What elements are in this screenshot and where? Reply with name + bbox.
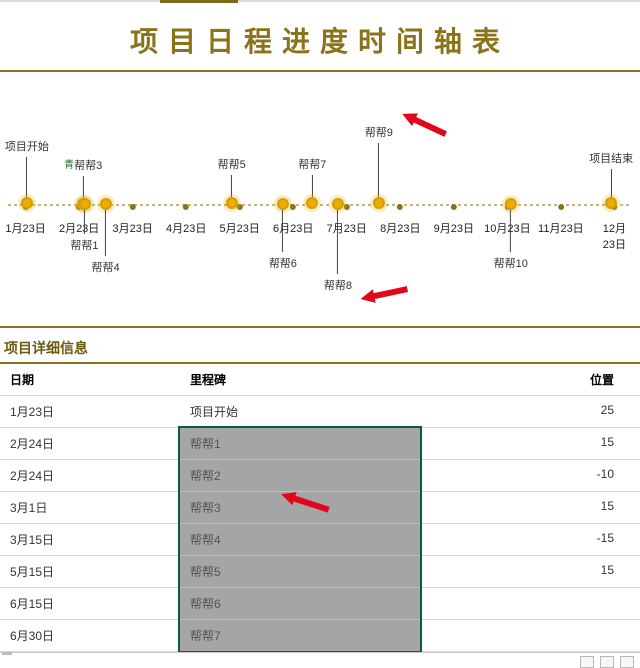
cell-position: 15 [420, 556, 640, 587]
table-row[interactable]: 5月15日帮帮515 [0, 556, 640, 588]
section-heading-text: 项目详细信息 [4, 340, 88, 356]
table-header-row: 日期 里程碑 位置 [0, 364, 640, 396]
milestone-marker: 帮帮9 [365, 124, 393, 209]
cell-position [420, 588, 640, 619]
cell-date: 2月24日 [0, 428, 180, 459]
annotation-arrow-bottom [358, 279, 409, 309]
milestone-marker: 帮帮5 [218, 156, 246, 209]
milestone-marker: 帮帮6 [269, 198, 297, 271]
cell-milestone: 帮帮7 [180, 620, 420, 651]
table-row[interactable]: 6月15日帮帮6 [0, 588, 640, 620]
milestone-node [605, 197, 617, 209]
milestone-label: 帮帮4 [92, 259, 120, 275]
cell-position [420, 620, 640, 651]
milestone-label: 帮帮8 [324, 277, 352, 293]
milestone-marker: 帮帮10 [494, 198, 528, 271]
col-date: 日期 [0, 364, 180, 395]
milestone-marker: 项目结束 [589, 150, 633, 209]
tick-label: 12月23日 [602, 220, 628, 252]
table-row[interactable]: 2月24日帮帮115 [0, 428, 640, 460]
axis-tick: 9月23日 [434, 204, 474, 230]
milestone-label: 帮帮5 [218, 156, 246, 172]
milestone-node [21, 197, 33, 209]
cell-position: 15 [420, 492, 640, 523]
milestone-marker: 帮帮4 [92, 198, 120, 275]
milestone-node [505, 198, 517, 210]
cell-position: 25 [420, 396, 640, 427]
milestone-node [277, 198, 289, 210]
detail-table-wrap: 日期 里程碑 位置 1月23日项目开始252月24日帮帮1152月24日帮帮2-… [0, 364, 640, 652]
tick-label: 8月23日 [380, 220, 420, 236]
cell-position: -10 [420, 460, 640, 491]
tick-label: 4月23日 [166, 220, 206, 236]
milestone-label: 帮帮9 [365, 124, 393, 140]
table-row[interactable]: 3月15日帮帮4-15 [0, 524, 640, 556]
cell-position: -15 [420, 524, 640, 555]
milestone-node [100, 198, 112, 210]
cell-milestone: 帮帮4 [180, 524, 420, 555]
cell-date: 5月15日 [0, 556, 180, 587]
milestone-label: 项目结束 [589, 150, 633, 166]
table-row[interactable]: 1月23日项目开始25 [0, 396, 640, 428]
axis-tick: 12月23日 [602, 204, 628, 246]
tick-label: 5月23日 [220, 220, 260, 236]
milestone-node [78, 198, 90, 210]
title-accent-bar [160, 0, 238, 3]
cell-milestone: 帮帮5 [180, 556, 420, 587]
page-title: 项目日程进度时间轴表 [0, 0, 640, 70]
milestone-label: 帮帮7 [298, 156, 326, 172]
milestone-marker: 帮帮7 [298, 156, 326, 209]
milestone-label: 帮帮10 [494, 255, 528, 271]
view-icon-break[interactable] [620, 656, 634, 668]
col-milestone: 里程碑 [180, 364, 420, 395]
tick-label: 9月23日 [434, 220, 474, 236]
cell-date: 3月1日 [0, 492, 180, 523]
col-position: 位置 [420, 364, 640, 395]
cell-date: 3月15日 [0, 524, 180, 555]
tick-label: 11月23日 [538, 220, 584, 236]
table-row[interactable]: 2月24日帮帮2-10 [0, 460, 640, 492]
axis-tick: 11月23日 [538, 204, 584, 230]
axis-tick: 4月23日 [166, 204, 206, 230]
milestone-node [226, 197, 238, 209]
table-row[interactable]: 6月30日帮帮7 [0, 620, 640, 652]
cell-date: 6月30日 [0, 620, 180, 651]
cell-date: 1月23日 [0, 396, 180, 427]
title-text: 项目日程进度时间轴表 [130, 26, 510, 57]
status-bar [0, 652, 640, 668]
cell-milestone: 帮帮2 [180, 460, 420, 491]
milestone-node [332, 198, 344, 210]
cell-milestone: 帮帮6 [180, 588, 420, 619]
annotation-arrow-top [398, 105, 450, 143]
milestone-label: 青帮帮3 [64, 156, 102, 173]
milestone-marker: 帮帮8 [324, 198, 352, 293]
milestone-node [306, 197, 318, 209]
cell-milestone: 帮帮1 [180, 428, 420, 459]
milestone-label: 帮帮6 [269, 255, 297, 271]
cell-date: 2月24日 [0, 460, 180, 491]
cell-date: 6月15日 [0, 588, 180, 619]
milestone-node [373, 197, 385, 209]
tick-label: 1月23日 [5, 220, 45, 236]
milestone-label: 项目开始 [5, 138, 49, 154]
view-icon-page[interactable] [600, 656, 614, 668]
timeline-chart: 1月23日2月23日3月23日4月23日5月23日6月23日7月23日8月23日… [0, 70, 640, 328]
cell-position: 15 [420, 428, 640, 459]
view-icon-normal[interactable] [580, 656, 594, 668]
milestone-marker: 项目开始 [5, 138, 49, 209]
section-heading: 项目详细信息 [0, 328, 640, 364]
cell-milestone: 项目开始 [180, 396, 420, 427]
